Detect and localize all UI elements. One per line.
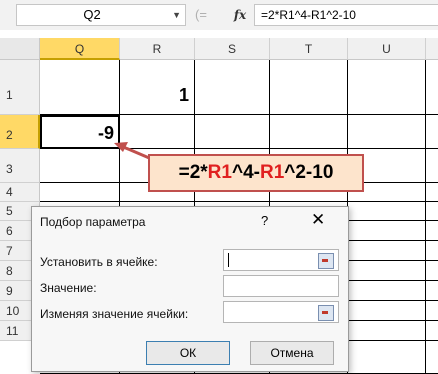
- callout-part-1: =2*: [178, 162, 208, 183]
- goal-seek-dialog: Подбор параметра ? ✕ Установить в ячейке…: [31, 206, 349, 372]
- cancel-button[interactable]: Отмена: [250, 341, 334, 365]
- help-icon[interactable]: ?: [261, 213, 268, 228]
- set-cell-input[interactable]: [223, 249, 339, 271]
- callout-part-3: ^4-: [231, 162, 260, 183]
- dialog-title: Подбор параметра: [40, 215, 146, 229]
- callout-ref-1: R1: [207, 162, 232, 183]
- callout-part-5: ^2-10: [284, 162, 334, 183]
- ok-button[interactable]: ОК: [146, 341, 230, 365]
- callout-ref-2: R1: [259, 162, 285, 183]
- set-cell-label: Установить в ячейке:: [40, 255, 158, 269]
- changing-cell-label: Изменяя значение ячейки:: [40, 307, 189, 321]
- range-select-icon[interactable]: [318, 253, 334, 269]
- value-label: Значение:: [40, 281, 97, 295]
- formula-callout: =2*R1^4-R1^2-10: [148, 154, 364, 192]
- changing-cell-input[interactable]: [223, 301, 339, 323]
- range-select-icon[interactable]: [318, 305, 334, 321]
- close-icon[interactable]: ✕: [311, 210, 325, 230]
- text-caret: [228, 253, 229, 267]
- value-input[interactable]: [223, 275, 339, 297]
